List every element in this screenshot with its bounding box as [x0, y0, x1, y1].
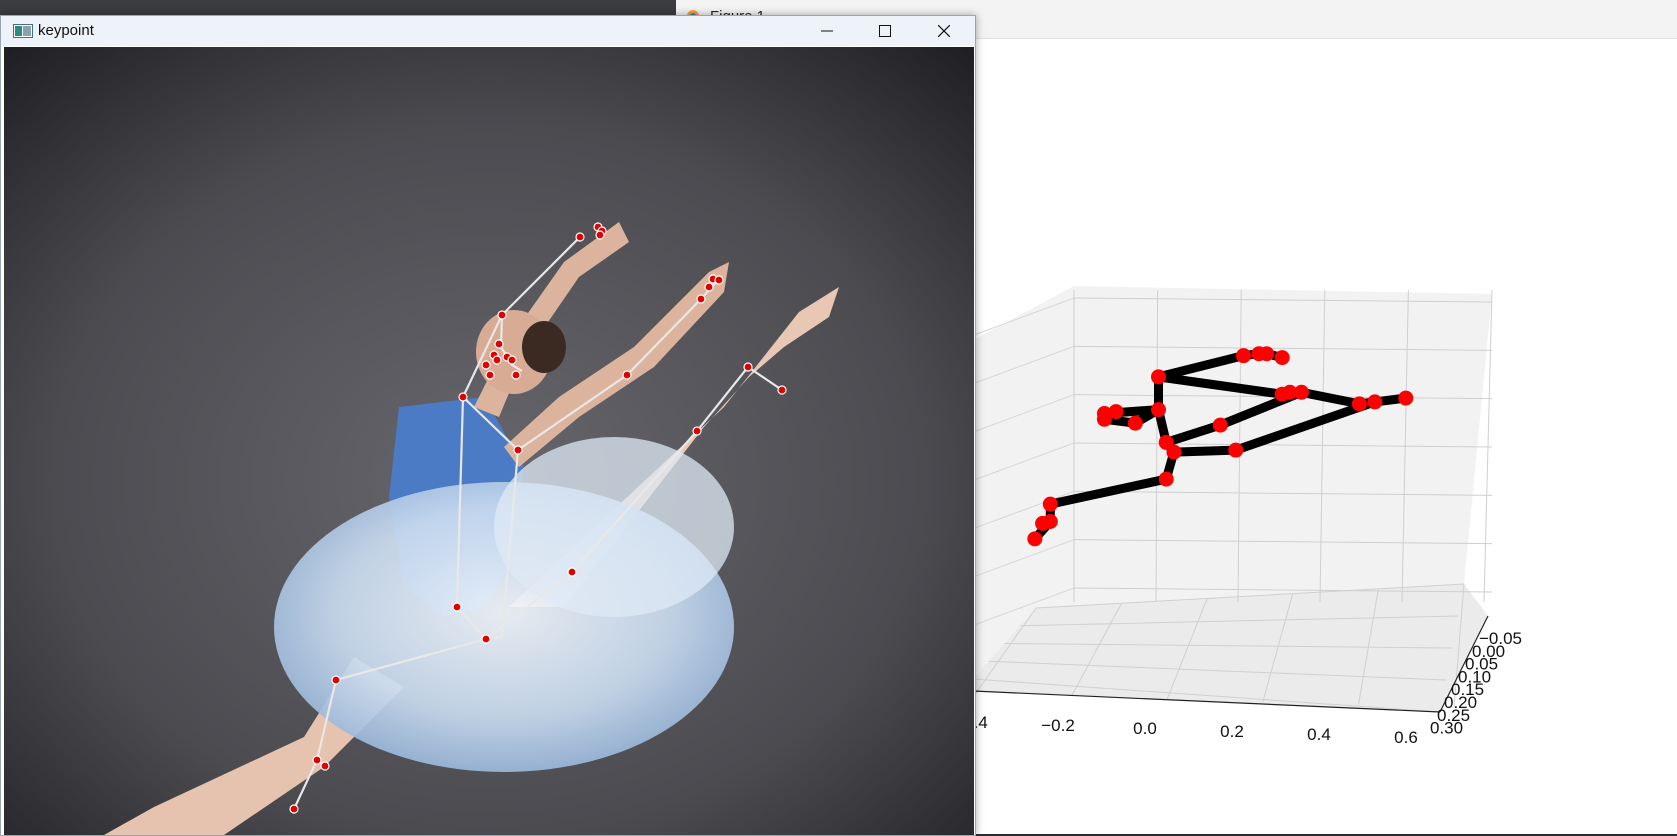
data-point — [1274, 350, 1290, 366]
data-point — [1158, 471, 1174, 487]
data-point — [1228, 442, 1244, 458]
skeleton-edge — [1169, 445, 1241, 457]
y-tick-label: 0.30 — [1430, 719, 1463, 738]
x-tick-label: −0.2 — [1041, 716, 1075, 735]
data-point — [1367, 394, 1383, 410]
data-point — [1096, 411, 1112, 427]
data-point — [1398, 390, 1414, 406]
data-point — [1236, 348, 1251, 364]
data-point — [1127, 415, 1143, 431]
close-icon — [938, 25, 950, 37]
x-tick-label: 0.2 — [1220, 722, 1244, 741]
data-point — [1351, 396, 1367, 412]
data-point — [1151, 369, 1166, 385]
x-tick-label: 0.6 — [1394, 728, 1418, 747]
data-point — [1259, 346, 1275, 362]
keypoint-image — [4, 47, 974, 835]
data-point — [1151, 402, 1166, 418]
maximize-icon — [879, 25, 891, 37]
data-point — [1166, 444, 1182, 460]
data-point — [1042, 496, 1058, 512]
minimize-button[interactable] — [798, 16, 856, 46]
x-tick-label: 0.0 — [1133, 719, 1157, 738]
data-point — [1027, 531, 1043, 547]
keypoint-titlebar[interactable]: keypoint — [1, 16, 975, 46]
data-point — [1212, 417, 1228, 433]
close-button[interactable] — [915, 16, 973, 46]
x-tick-label: 0.4 — [1307, 725, 1331, 744]
maximize-button[interactable] — [856, 16, 914, 46]
app-icon — [13, 24, 33, 38]
data-point — [1293, 384, 1309, 400]
keypoint-window[interactable]: keypoint — [0, 15, 976, 836]
data-point — [1035, 515, 1051, 531]
minimize-icon — [821, 30, 833, 32]
window-title: keypoint — [38, 22, 94, 39]
